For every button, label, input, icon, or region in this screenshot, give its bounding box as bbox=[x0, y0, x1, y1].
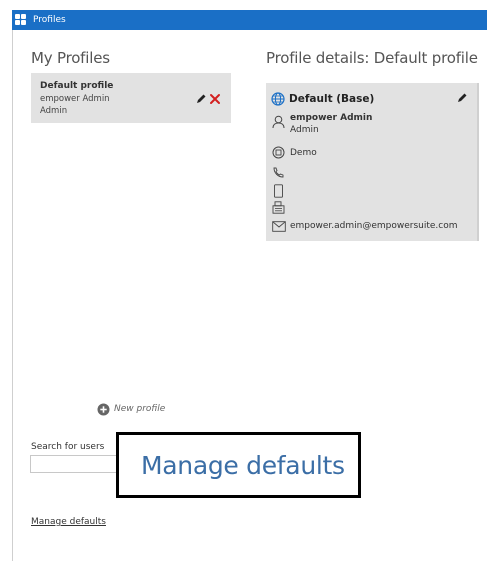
profiles-app-icon bbox=[15, 14, 27, 26]
profile-user: empower Admin bbox=[40, 94, 110, 104]
window-title: Profiles bbox=[33, 15, 66, 25]
details-user-name: empower Admin bbox=[290, 113, 373, 123]
profile-name: Default profile bbox=[40, 81, 114, 91]
profile-role: Admin bbox=[40, 106, 68, 116]
edit-profile-pencil-icon[interactable] bbox=[195, 93, 207, 105]
delete-profile-x-icon[interactable] bbox=[209, 93, 221, 105]
edit-details-pencil-icon[interactable] bbox=[456, 92, 468, 104]
new-profile-button[interactable]: New profile bbox=[114, 404, 165, 414]
details-email[interactable]: empower.admin@empowersuite.com bbox=[290, 221, 458, 231]
profile-details-card bbox=[266, 83, 479, 241]
details-profile-title: Default (Base) bbox=[289, 93, 375, 105]
callout-label: Manage defaults bbox=[141, 451, 345, 480]
my-profiles-heading: My Profiles bbox=[31, 49, 110, 67]
details-organization: Demo bbox=[290, 148, 317, 158]
fax-icon bbox=[272, 201, 285, 214]
organization-icon bbox=[272, 146, 285, 159]
details-user-role: Admin bbox=[290, 125, 319, 135]
manage-defaults-link[interactable]: Manage defaults bbox=[31, 517, 106, 527]
details-card-divider bbox=[477, 83, 479, 241]
manage-defaults-callout: Manage defaults bbox=[116, 432, 361, 498]
globe-icon bbox=[271, 92, 285, 106]
profile-details-heading: Profile details: Default profile bbox=[266, 49, 478, 67]
phone-icon bbox=[273, 167, 284, 178]
mobile-phone-icon bbox=[274, 184, 283, 198]
window-left-border bbox=[12, 30, 13, 561]
search-users-label: Search for users bbox=[31, 442, 105, 452]
user-icon bbox=[272, 115, 285, 129]
email-icon bbox=[272, 221, 286, 232]
search-users-input[interactable] bbox=[30, 455, 125, 473]
add-circle-icon[interactable] bbox=[97, 403, 110, 416]
window-titlebar: Profiles bbox=[12, 10, 487, 30]
